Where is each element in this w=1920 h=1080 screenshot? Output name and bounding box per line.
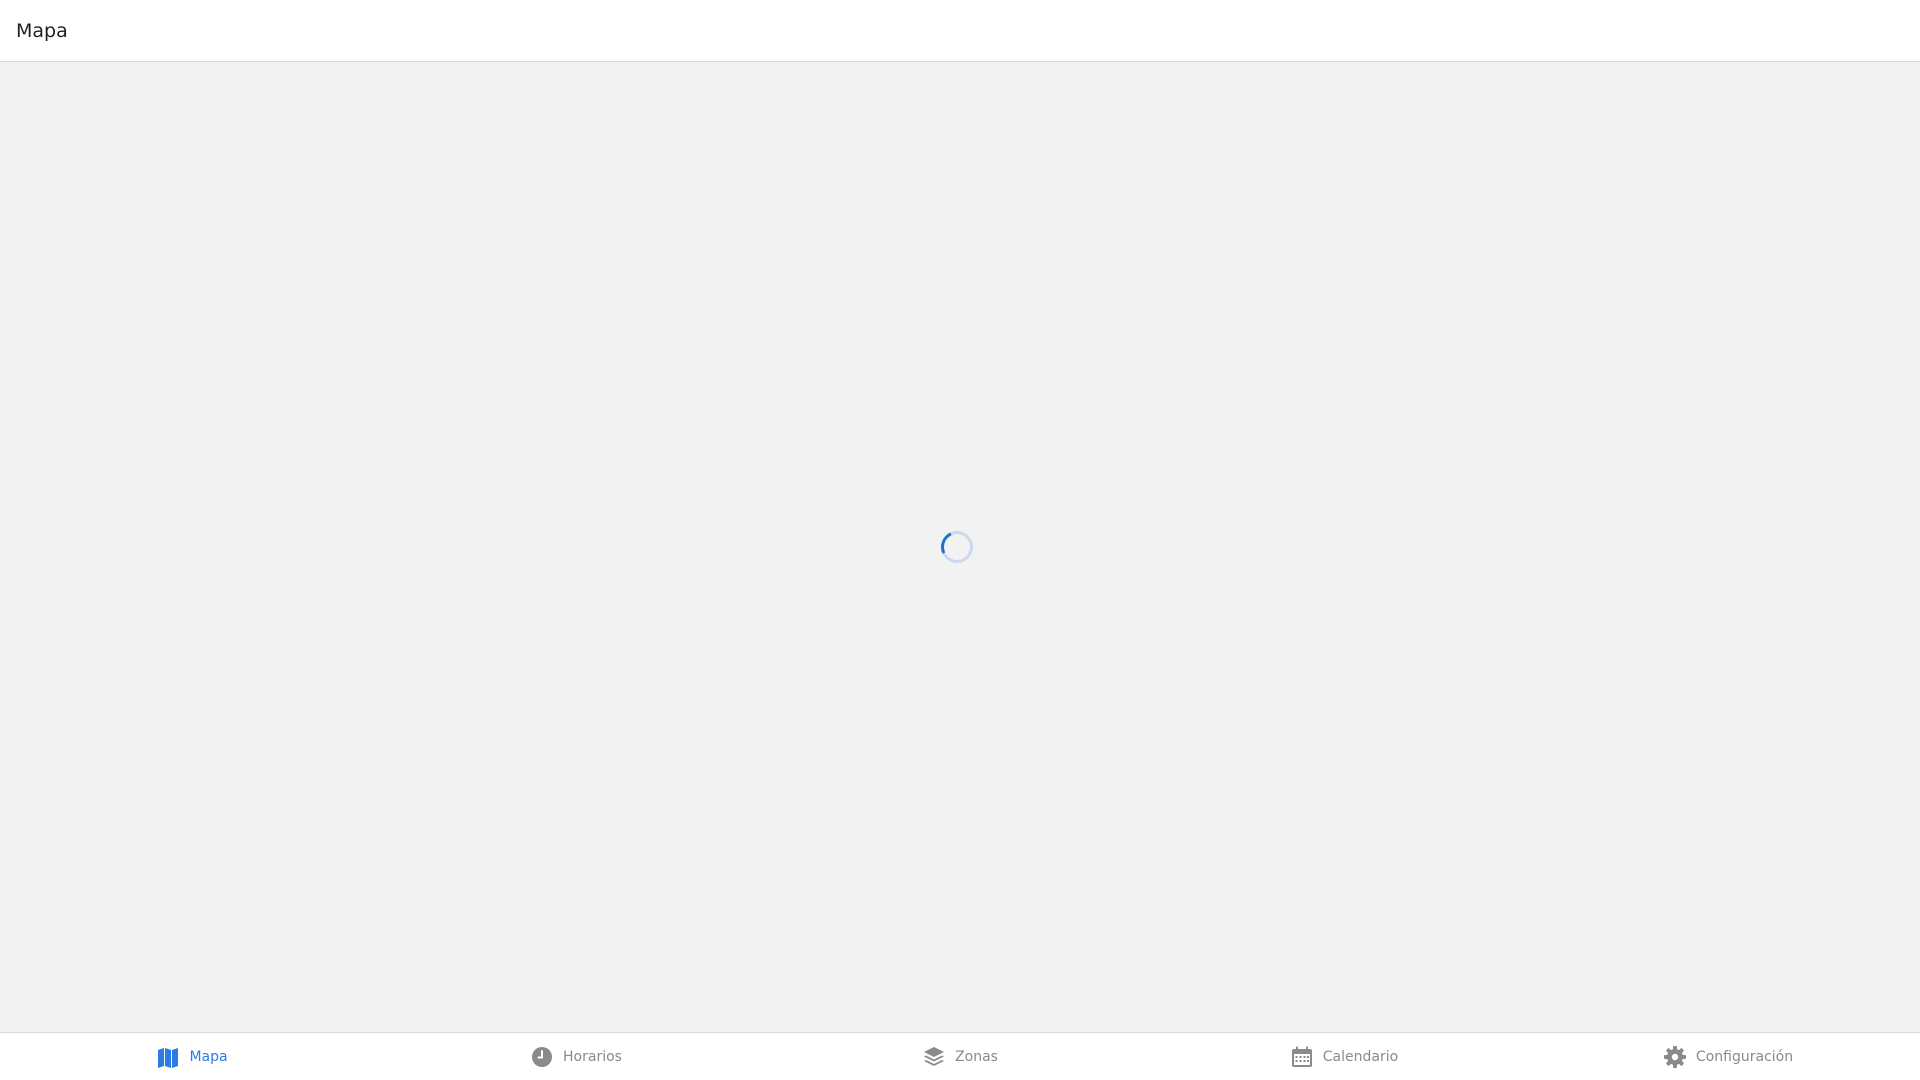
layers-icon (922, 1045, 946, 1069)
top-header: Mapa (0, 0, 1920, 62)
tab-mapa[interactable]: Mapa (0, 1033, 384, 1080)
tab-configuracion[interactable]: Configuración (1536, 1033, 1920, 1080)
map-icon (156, 1045, 180, 1069)
tab-label: Calendario (1322, 1048, 1399, 1065)
tab-label: Zonas (955, 1048, 998, 1065)
tab-zonas[interactable]: Zonas (768, 1033, 1152, 1080)
gear-icon (1663, 1045, 1687, 1069)
tab-label: Configuración (1695, 1048, 1794, 1065)
tab-horarios[interactable]: Horarios (384, 1033, 768, 1080)
loading-spinner-icon (936, 526, 978, 568)
calendar-icon (1290, 1045, 1314, 1069)
bottom-tab-bar: Mapa Horarios Zonas Calendario Configura… (0, 1032, 1920, 1080)
tab-calendario[interactable]: Calendario (1152, 1033, 1536, 1080)
app-root: Mapa Mapa Horarios Zonas Calendario Conf… (0, 0, 1920, 1080)
clock-icon (530, 1045, 554, 1069)
map-content-area[interactable] (0, 62, 1920, 1032)
tab-label: Horarios (563, 1048, 622, 1065)
page-title: Mapa (16, 19, 68, 42)
tab-label: Mapa (189, 1048, 228, 1065)
